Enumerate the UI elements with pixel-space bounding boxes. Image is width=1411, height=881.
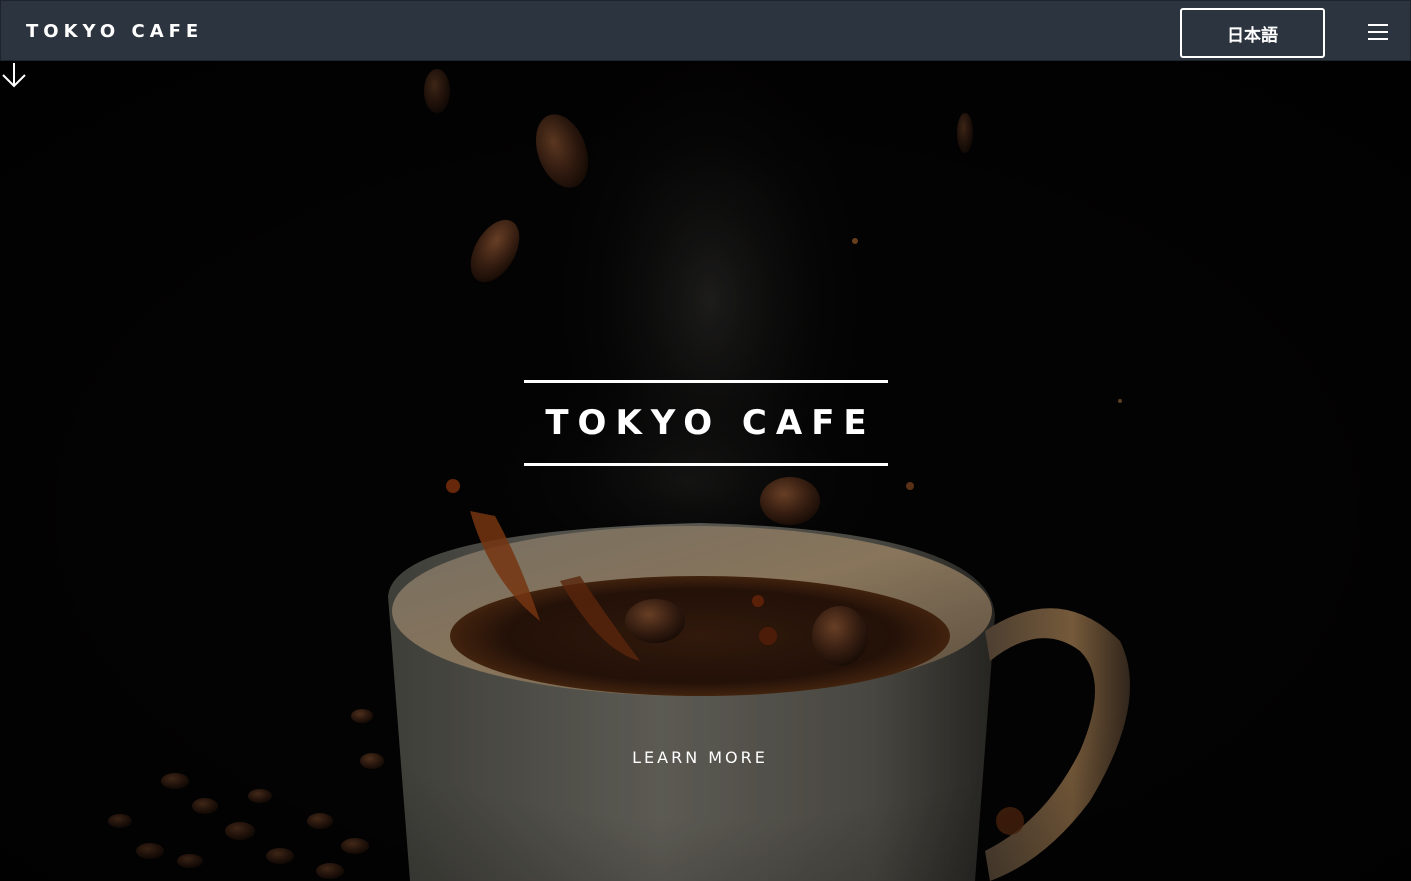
- hero-title-frame: TOKYO CAFE: [524, 380, 888, 466]
- hamburger-menu-icon[interactable]: [1365, 20, 1391, 44]
- hero-section: TOKYO CAFE LEARN MORE: [0, 61, 1411, 881]
- language-switch-button[interactable]: 日本語: [1180, 8, 1325, 58]
- brand-logo-link[interactable]: TOKYO CAFE: [26, 20, 203, 44]
- top-navbar: TOKYO CAFE 日本語: [0, 0, 1411, 61]
- arrow-down-icon[interactable]: [0, 61, 28, 89]
- learn-more-link[interactable]: LEARN MORE: [600, 748, 800, 767]
- page: TOKYO CAFE 日本語 TOKYO CAFE LEARN MORE: [0, 0, 1411, 881]
- hero-title: TOKYO CAFE: [545, 403, 876, 443]
